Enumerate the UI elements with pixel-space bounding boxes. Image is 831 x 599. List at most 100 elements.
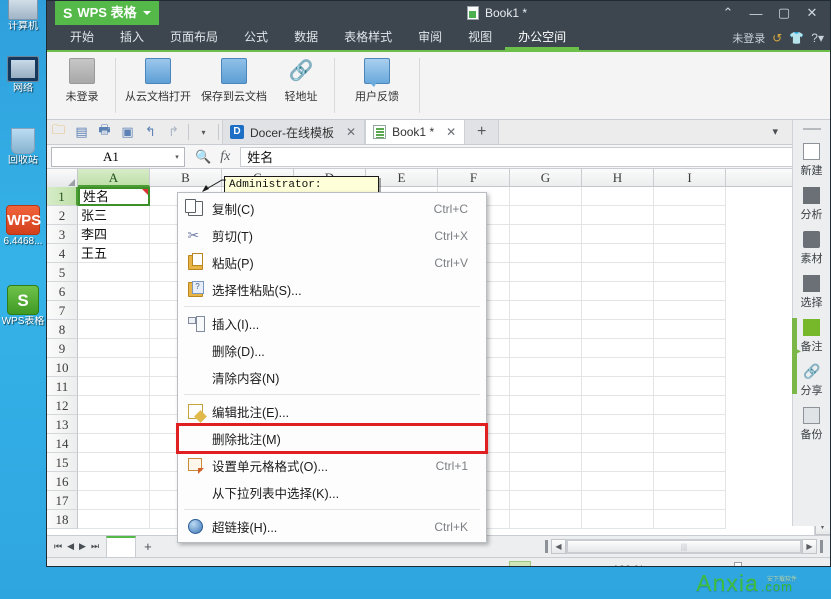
- save-icon[interactable]: ▤: [71, 122, 92, 143]
- print-preview-icon[interactable]: ▣: [117, 122, 138, 143]
- menu-item-insert[interactable]: 插入(I)...: [178, 310, 486, 337]
- row-header-5[interactable]: 5: [47, 263, 78, 282]
- column-header-a[interactable]: A: [78, 169, 150, 187]
- zoom-icon[interactable]: 🔍: [195, 149, 211, 165]
- ribbon-tab-insert[interactable]: 插入: [107, 25, 157, 50]
- cell-h5[interactable]: [582, 263, 654, 282]
- minimize-button[interactable]: —: [742, 1, 770, 25]
- cell-i12[interactable]: [654, 396, 726, 415]
- cell-i13[interactable]: [654, 415, 726, 434]
- row-header-15[interactable]: 15: [47, 453, 78, 472]
- tab-overflow-icon[interactable]: ▾: [772, 125, 778, 138]
- cell-i15[interactable]: [654, 453, 726, 472]
- ribbon-tab-page-layout[interactable]: 页面布局: [157, 25, 231, 50]
- account-status-label[interactable]: 未登录: [732, 30, 765, 46]
- row-header-14[interactable]: 14: [47, 434, 78, 453]
- task-pane-item-share[interactable]: 🔗 分享: [793, 358, 831, 402]
- task-pane-item-analysis[interactable]: 分析: [793, 182, 831, 226]
- cell-g8[interactable]: [510, 320, 582, 339]
- cell-h18[interactable]: [582, 510, 654, 529]
- undo-icon[interactable]: ↰: [140, 122, 161, 143]
- row-header-9[interactable]: 9: [47, 339, 78, 358]
- cell-g5[interactable]: [510, 263, 582, 282]
- cell-h15[interactable]: [582, 453, 654, 472]
- cell-i7[interactable]: [654, 301, 726, 320]
- normal-view-button[interactable]: ▦: [509, 561, 531, 568]
- collapse-ribbon-button[interactable]: ⌃: [714, 1, 742, 25]
- cell-a4[interactable]: 王五: [78, 244, 150, 263]
- sheet-next-icon[interactable]: ▶: [79, 541, 86, 552]
- cell-i10[interactable]: [654, 358, 726, 377]
- ribbon-tab-start[interactable]: 开始: [57, 25, 107, 50]
- menu-item-clear-contents[interactable]: 清除内容(N): [178, 364, 486, 391]
- cell-a2[interactable]: 张三: [78, 206, 150, 225]
- row-header-10[interactable]: 10: [47, 358, 78, 377]
- menu-item-format-cells[interactable]: 设置单元格格式(O)... Ctrl+1: [178, 452, 486, 479]
- ribbon-button-user-feedback[interactable]: 用户反馈: [339, 52, 415, 119]
- formula-input[interactable]: 姓名: [240, 147, 830, 167]
- sheet-prev-icon[interactable]: ◀: [67, 541, 74, 552]
- cell-g4[interactable]: [510, 244, 582, 263]
- row-header-18[interactable]: 18: [47, 510, 78, 529]
- cell-i17[interactable]: [654, 491, 726, 510]
- doc-tab-book1[interactable]: Book1 * ✕: [365, 120, 465, 144]
- cell-h1[interactable]: [582, 187, 654, 206]
- column-header-g[interactable]: G: [510, 169, 582, 187]
- ribbon-tab-table-style[interactable]: 表格样式: [331, 25, 405, 50]
- cell-a11[interactable]: [78, 377, 150, 396]
- row-header-4[interactable]: 4: [47, 244, 78, 263]
- sheet-last-icon[interactable]: ⏭: [91, 541, 99, 552]
- sheet-tab-active[interactable]: [106, 536, 136, 557]
- zoom-slider-knob[interactable]: [734, 562, 742, 567]
- cell-g2[interactable]: [510, 206, 582, 225]
- cell-a13[interactable]: [78, 415, 150, 434]
- cell-g18[interactable]: [510, 510, 582, 529]
- menu-item-delete-comment[interactable]: 删除批注(M): [178, 425, 486, 452]
- hscroll-split-handle[interactable]: [545, 540, 548, 553]
- row-header-17[interactable]: 17: [47, 491, 78, 510]
- row-header-6[interactable]: 6: [47, 282, 78, 301]
- cell-g13[interactable]: [510, 415, 582, 434]
- cell-h12[interactable]: [582, 396, 654, 415]
- task-pane-expand-handle[interactable]: [792, 318, 797, 394]
- row-header-8[interactable]: 8: [47, 320, 78, 339]
- cell-i8[interactable]: [654, 320, 726, 339]
- row-header-7[interactable]: 7: [47, 301, 78, 320]
- ribbon-tab-formula[interactable]: 公式: [231, 25, 281, 50]
- cell-h14[interactable]: [582, 434, 654, 453]
- maximize-button[interactable]: ▢: [770, 1, 798, 25]
- task-pane-item-select[interactable]: 选择: [793, 270, 831, 314]
- cell-a18[interactable]: [78, 510, 150, 529]
- page-layout-view-button[interactable]: ▩: [537, 561, 559, 568]
- cell-i11[interactable]: [654, 377, 726, 396]
- ribbon-button-open-from-cloud[interactable]: 从云文档打开: [120, 52, 196, 119]
- cell-g11[interactable]: [510, 377, 582, 396]
- page-break-view-button[interactable]: ⊞: [565, 561, 587, 568]
- menu-item-paste[interactable]: 粘贴(P) Ctrl+V: [178, 249, 486, 276]
- function-icon[interactable]: fx: [220, 149, 230, 165]
- cell-i3[interactable]: [654, 225, 726, 244]
- cell-i16[interactable]: [654, 472, 726, 491]
- name-box[interactable]: A1 ▾: [51, 147, 185, 167]
- row-header-2[interactable]: 2: [47, 206, 78, 225]
- wps-app-tab[interactable]: S WPS 表格: [55, 1, 159, 25]
- cell-i9[interactable]: [654, 339, 726, 358]
- desktop-icon-recycle-bin[interactable]: 回收站: [0, 128, 46, 166]
- print-icon[interactable]: 🖶: [94, 122, 115, 143]
- cell-a9[interactable]: [78, 339, 150, 358]
- cell-g12[interactable]: [510, 396, 582, 415]
- ribbon-tab-review[interactable]: 审阅: [405, 25, 455, 50]
- cell-i6[interactable]: [654, 282, 726, 301]
- ribbon-button-save-to-cloud[interactable]: 保存到云文档: [196, 52, 272, 119]
- desktop-icon-wps-installer[interactable]: WPS 6.4468...: [0, 205, 46, 247]
- menu-item-paste-special[interactable]: 选择性粘贴(S)...: [178, 276, 486, 303]
- desktop-icon-wps-spreadsheet[interactable]: S WPS表格: [0, 285, 46, 327]
- cell-g1[interactable]: [510, 187, 582, 206]
- cell-a14[interactable]: [78, 434, 150, 453]
- help-icon[interactable]: ?▾: [811, 31, 824, 45]
- chevron-down-icon[interactable]: [143, 11, 151, 15]
- cell-i18[interactable]: [654, 510, 726, 529]
- customize-caret-icon[interactable]: ▾: [193, 122, 214, 143]
- cell-g17[interactable]: [510, 491, 582, 510]
- cell-a5[interactable]: [78, 263, 150, 282]
